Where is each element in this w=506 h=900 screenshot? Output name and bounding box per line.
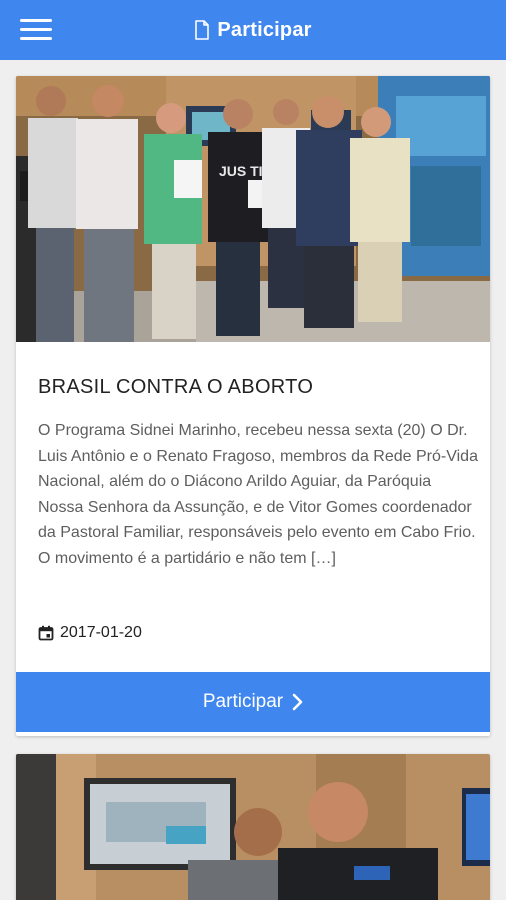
app-bar: Participar	[0, 0, 506, 60]
page-title: Participar	[217, 18, 312, 41]
post-date-text: 2017-01-20	[60, 624, 142, 641]
post-feed[interactable]: JUS TIÇA BRASIL CONTRA O ABORTO O Progra…	[0, 60, 506, 900]
chevron-right-icon	[292, 693, 303, 711]
participar-button-label: Participar	[202, 691, 284, 712]
post-photo[interactable]: JUS TIÇA	[16, 76, 490, 342]
post-card: JUS TIÇA BRASIL CONTRA O ABORTO O Progra…	[16, 76, 490, 736]
post-date: 2017-01-20	[38, 624, 142, 642]
participar-button[interactable]: Participar	[16, 672, 490, 732]
post-photo[interactable]	[16, 754, 490, 900]
hamburger-menu-icon[interactable]	[20, 19, 52, 43]
post-card	[16, 754, 490, 900]
app-title: Participar	[194, 19, 311, 42]
document-icon	[195, 20, 210, 40]
post-title[interactable]: BRASIL CONTRA O ABORTO	[38, 376, 313, 399]
calendar-icon	[38, 625, 54, 641]
post-excerpt: O Programa Sidnei Marinho, recebeu nessa…	[38, 422, 478, 567]
